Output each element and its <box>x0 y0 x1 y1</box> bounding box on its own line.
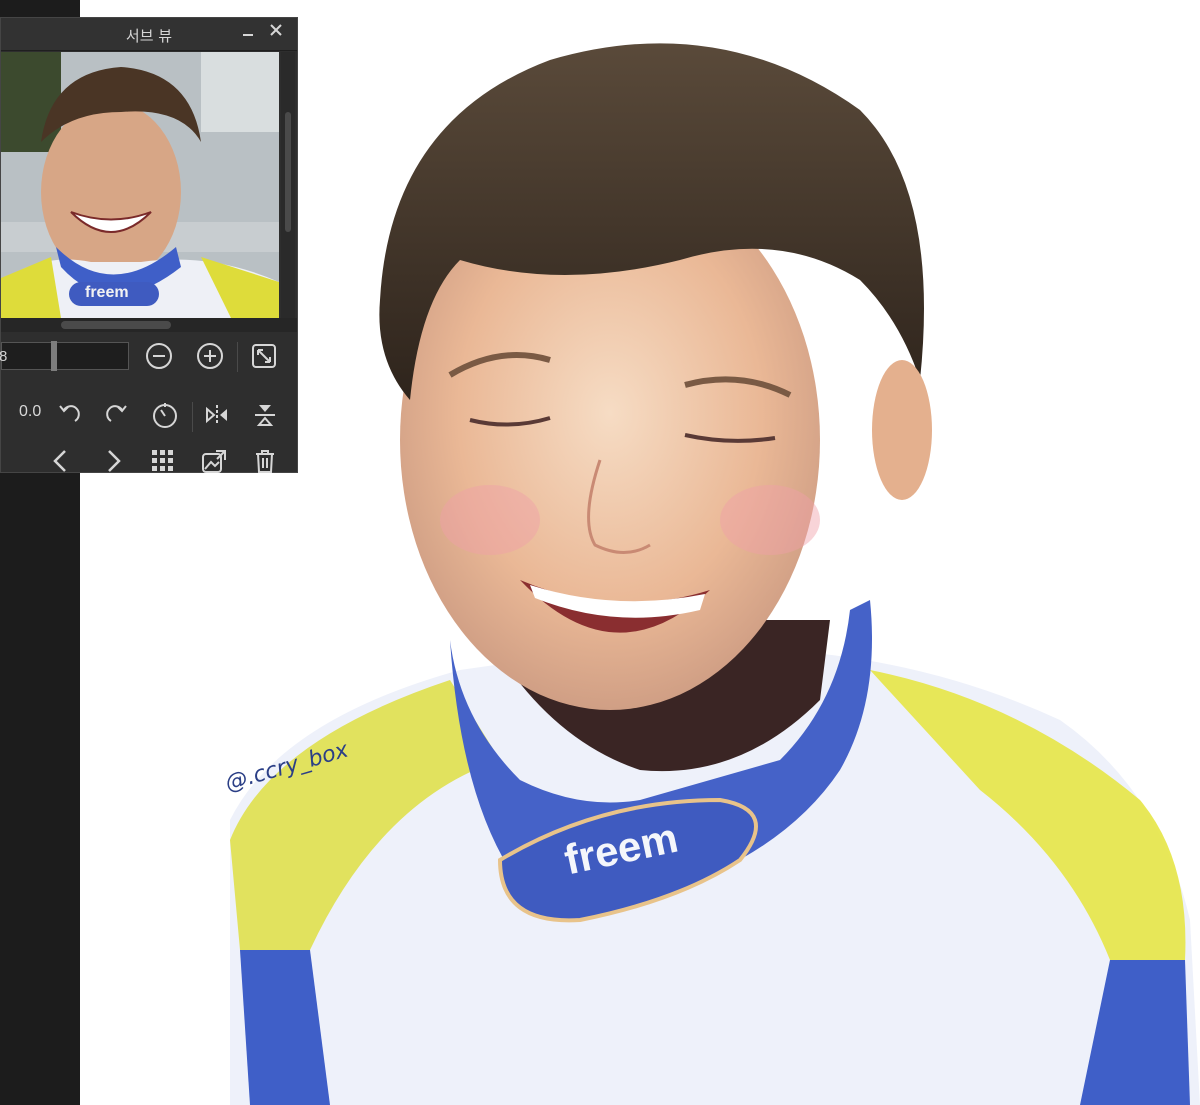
reference-image-preview[interactable]: freem <box>1 52 279 318</box>
minimize-icon <box>243 34 253 36</box>
rotate-left-button[interactable] <box>52 398 86 432</box>
grid-icon <box>152 450 173 471</box>
close-icon <box>270 24 282 36</box>
reference-photo <box>1 52 279 318</box>
delete-image-button[interactable] <box>248 444 282 478</box>
flip-horizontal-icon <box>206 405 227 425</box>
control-separator <box>237 342 238 372</box>
next-icon <box>108 450 121 472</box>
sub-view-panel: 서브 뷰 freem 8 0.0 <box>0 17 298 473</box>
flip-vertical-icon <box>255 405 275 426</box>
preview-collar-text: freem <box>85 284 129 301</box>
close-button[interactable] <box>265 22 287 44</box>
import-image-icon <box>202 450 226 473</box>
zoom-in-icon <box>197 343 223 369</box>
sub-view-controls: 8 0.0 <box>0 334 297 473</box>
previous-image-button[interactable] <box>44 444 78 478</box>
previous-icon <box>53 450 66 472</box>
zoom-slider-knob[interactable] <box>51 341 57 371</box>
minimize-button[interactable] <box>237 22 259 44</box>
preview-horizontal-scrollbar[interactable] <box>1 318 297 332</box>
control-separator <box>192 402 193 432</box>
rotate-right-icon <box>106 405 127 422</box>
horizontal-scroll-thumb[interactable] <box>61 321 171 329</box>
flip-vertical-button[interactable] <box>248 398 282 432</box>
import-image-button[interactable] <box>197 444 231 478</box>
reset-rotation-button[interactable] <box>148 398 182 432</box>
fit-to-window-button[interactable] <box>247 339 281 373</box>
rotate-right-button[interactable] <box>100 398 134 432</box>
preview-vertical-scrollbar[interactable] <box>281 52 295 318</box>
vertical-scroll-thumb[interactable] <box>285 112 291 232</box>
trash-icon <box>256 450 274 473</box>
fit-window-icon <box>252 344 276 368</box>
zoom-in-button[interactable] <box>193 339 227 373</box>
rotate-left-icon <box>59 405 80 422</box>
reset-rotation-icon <box>153 403 177 428</box>
next-image-button[interactable] <box>96 444 130 478</box>
zoom-value: 8 <box>0 348 8 365</box>
rotation-angle-value: 0.0 <box>19 403 42 420</box>
flip-horizontal-button[interactable] <box>200 398 234 432</box>
sub-view-titlebar[interactable]: 서브 뷰 <box>1 18 297 51</box>
image-list-button[interactable] <box>146 444 180 478</box>
zoom-out-icon <box>146 343 172 369</box>
zoom-slider[interactable]: 8 <box>0 341 129 371</box>
zoom-out-button[interactable] <box>142 339 176 373</box>
